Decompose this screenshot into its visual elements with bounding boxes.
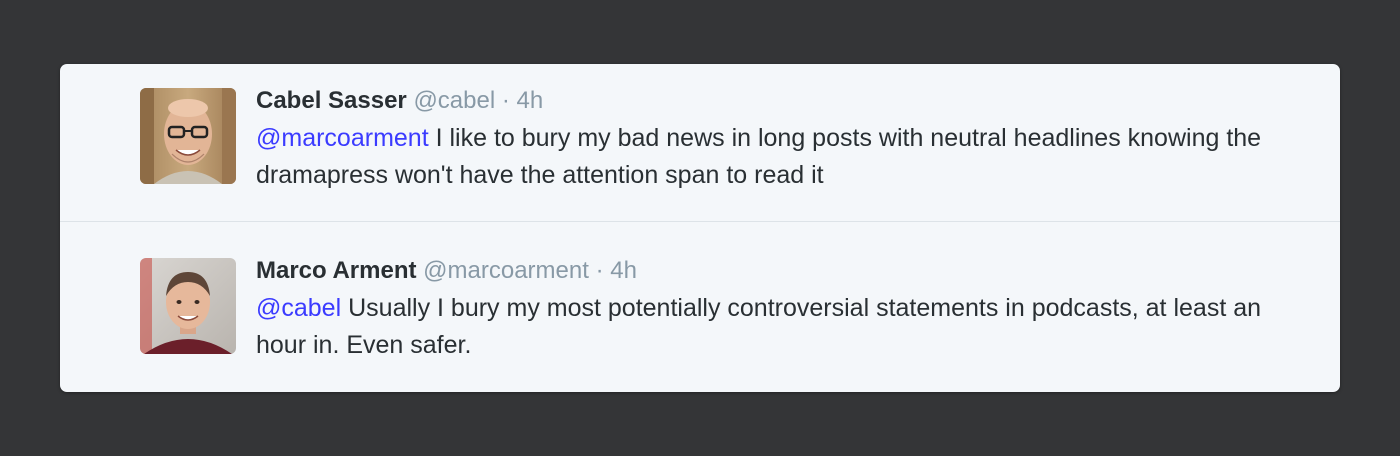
tweet-conversation-card: Cabel Sasser @cabel · 4h @marcoarment I …: [60, 64, 1340, 392]
tweet-item[interactable]: Marco Arment @marcoarment · 4h @cabel Us…: [60, 222, 1340, 392]
author-name[interactable]: Cabel Sasser: [256, 87, 407, 114]
tweet-body: Usually I bury my most potentially contr…: [256, 294, 1262, 359]
tweet-text: @marcoarment I like to bury my bad news …: [256, 120, 1296, 194]
avatar[interactable]: [140, 258, 236, 354]
mention-link[interactable]: @marcoarment: [256, 124, 429, 152]
tweet-header: Cabel Sasser @cabel · 4h: [256, 86, 543, 116]
timestamp[interactable]: 4h: [517, 87, 544, 114]
avatar-marco-arment-icon: [140, 258, 236, 354]
tweet-header: Marco Arment @marcoarment · 4h: [256, 256, 637, 286]
separator-dot: ·: [595, 257, 604, 284]
author-handle[interactable]: @cabel: [413, 87, 495, 114]
author-handle[interactable]: @marcoarment: [423, 257, 589, 284]
avatar-cabel-sasser-icon: [140, 88, 236, 184]
mention-link[interactable]: @cabel: [256, 294, 341, 322]
tweet-text: @cabel Usually I bury my most potentiall…: [256, 290, 1296, 364]
separator-dot: ·: [501, 87, 510, 114]
author-name[interactable]: Marco Arment: [256, 257, 416, 284]
timestamp[interactable]: 4h: [610, 257, 637, 284]
avatar[interactable]: [140, 88, 236, 184]
tweet-item[interactable]: Cabel Sasser @cabel · 4h @marcoarment I …: [60, 64, 1340, 221]
